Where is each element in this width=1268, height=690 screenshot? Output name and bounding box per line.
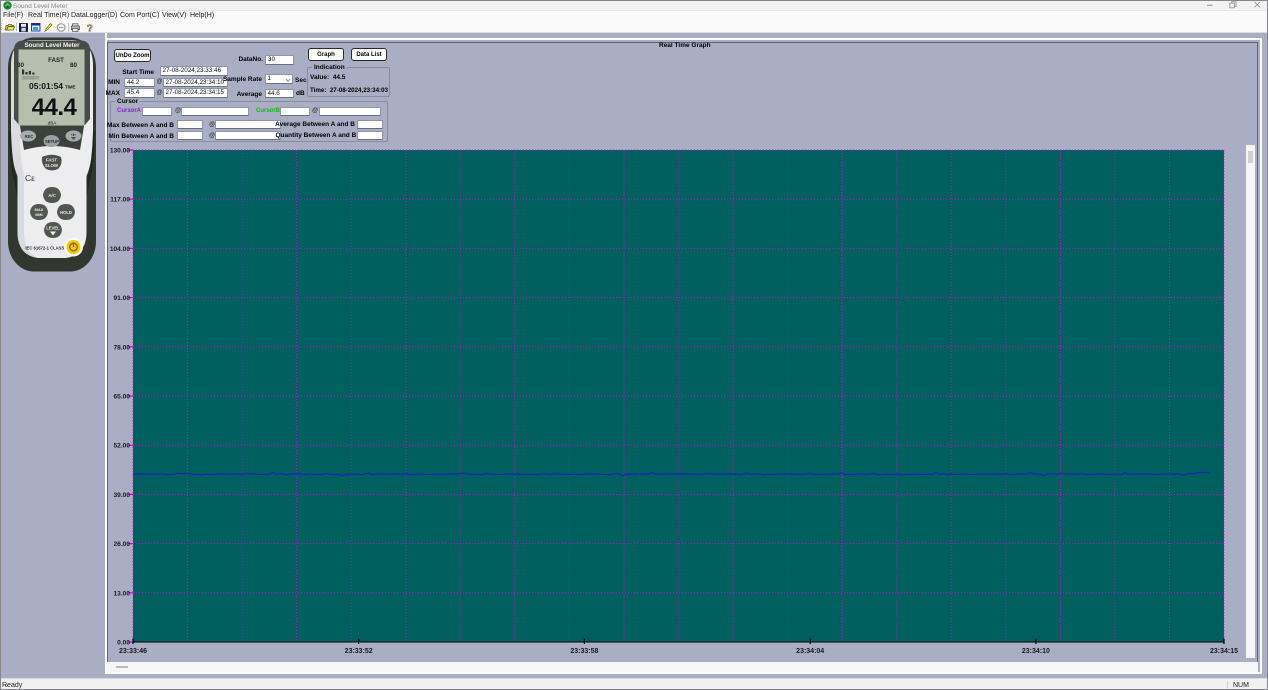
svg-text:HOLD: HOLD — [60, 210, 72, 215]
svg-text:23:33:58: 23:33:58 — [570, 648, 598, 655]
svg-text:52.00: 52.00 — [113, 443, 130, 450]
svg-text:Cε: Cε — [25, 173, 35, 183]
svg-text:130.00: 130.00 — [110, 148, 131, 155]
svg-text:?: ? — [87, 23, 93, 33]
svg-text:104.00: 104.00 — [110, 246, 131, 253]
svg-text:FAST: FAST — [48, 57, 64, 64]
svg-text:80: 80 — [70, 62, 78, 69]
svg-text:05:01:54: 05:01:54 — [29, 81, 63, 91]
svg-text:91.00: 91.00 — [113, 295, 130, 302]
svg-text:30: 30 — [17, 62, 25, 69]
svg-text:TIME: TIME — [65, 85, 76, 90]
svg-text:44.4: 44.4 — [32, 94, 78, 121]
svg-text:23:34:15: 23:34:15 — [1210, 648, 1238, 655]
svg-text:REC: REC — [25, 134, 34, 139]
svg-text:FAST: FAST — [46, 158, 58, 163]
svg-text:SETUP: SETUP — [45, 139, 59, 144]
svg-text:dBA: dBA — [48, 121, 58, 126]
svg-text:13.00: 13.00 — [113, 590, 130, 597]
svg-text:23:34:04: 23:34:04 — [796, 648, 824, 655]
svg-text:26.00: 26.00 — [113, 541, 130, 548]
svg-text:A/C: A/C — [48, 193, 56, 198]
svg-text:39.00: 39.00 — [113, 492, 130, 499]
svg-text:IEC 61672-1 CLASS2: IEC 61672-1 CLASS2 — [25, 246, 67, 251]
svg-text:SLOW: SLOW — [45, 163, 59, 168]
svg-text:78.00: 78.00 — [113, 344, 130, 351]
svg-text:LEVEL: LEVEL — [46, 226, 60, 231]
svg-text:Sound Level Meter: Sound Level Meter — [24, 42, 80, 49]
svg-text:0.00: 0.00 — [117, 640, 130, 647]
svg-text:MIN: MIN — [35, 212, 42, 217]
svg-text:23:33:46: 23:33:46 — [119, 648, 147, 655]
svg-text:23:34:10: 23:34:10 — [1022, 648, 1050, 655]
svg-text:23:33:52: 23:33:52 — [345, 648, 373, 655]
svg-text:117.00: 117.00 — [110, 197, 130, 204]
svg-text:65.00: 65.00 — [113, 394, 130, 401]
